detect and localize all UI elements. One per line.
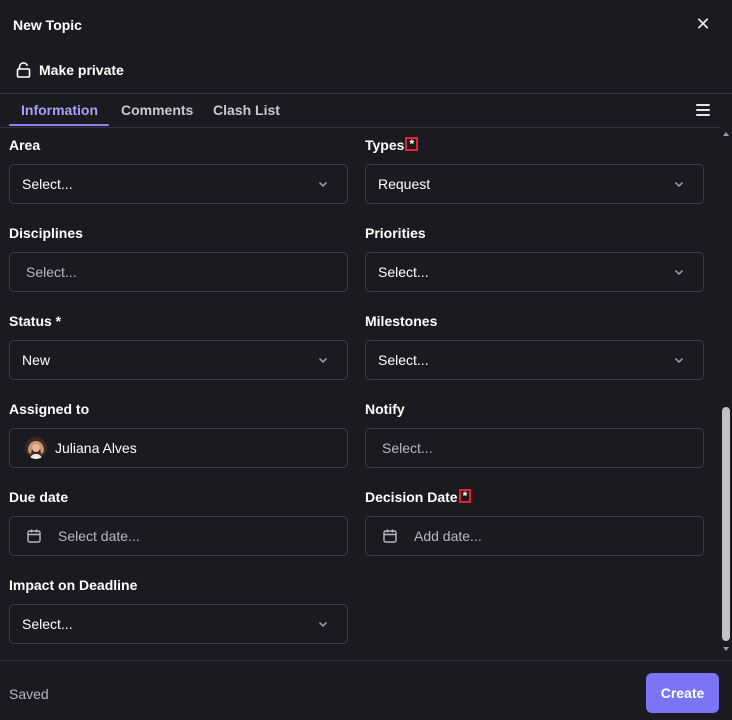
types-select[interactable]: Request xyxy=(365,164,704,204)
milestones-select[interactable]: Select... xyxy=(365,340,704,380)
notify-label: Notify xyxy=(365,401,405,417)
divider xyxy=(0,660,732,661)
calendar-icon xyxy=(383,529,397,543)
hamburger-menu-icon[interactable] xyxy=(696,104,710,116)
disciplines-select[interactable]: Select... xyxy=(9,252,348,292)
calendar-icon xyxy=(27,529,41,543)
divider xyxy=(0,127,720,128)
assigned-to-value: Juliana Alves xyxy=(55,440,137,456)
area-label: Area xyxy=(9,137,41,153)
panel-title: New Topic xyxy=(13,17,82,33)
new-topic-panel: New Topic ✕ Make private Information Com… xyxy=(0,0,732,720)
priorities-label: Priorities xyxy=(365,225,426,241)
divider xyxy=(0,93,732,94)
priorities-select-value: Select... xyxy=(378,264,429,280)
due-date-picker[interactable]: Select date... xyxy=(9,516,348,556)
area-select-value: Select... xyxy=(22,176,73,192)
avatar xyxy=(25,437,47,459)
area-select[interactable]: Select... xyxy=(9,164,348,204)
types-label: Types * xyxy=(365,137,419,153)
notify-placeholder: Select... xyxy=(382,440,433,456)
chevron-down-icon xyxy=(675,182,683,187)
lock-icon xyxy=(16,62,31,78)
tab-comments[interactable]: Comments xyxy=(121,102,193,118)
due-date-placeholder: Select date... xyxy=(58,528,140,544)
required-marker: * xyxy=(458,489,472,503)
make-private-button[interactable]: Make private xyxy=(16,60,124,80)
decision-date-placeholder: Add date... xyxy=(414,528,482,544)
tab-clash-list[interactable]: Clash List xyxy=(213,102,280,118)
make-private-label: Make private xyxy=(39,62,124,78)
decision-date-label: Decision Date * xyxy=(365,489,472,505)
status-select-value: New xyxy=(22,352,51,368)
close-icon[interactable]: ✕ xyxy=(694,15,712,33)
types-select-value: Request xyxy=(378,176,431,192)
create-button[interactable]: Create xyxy=(646,673,719,713)
chevron-down-icon xyxy=(675,270,683,275)
assigned-to-field[interactable]: Juliana Alves xyxy=(9,428,348,468)
milestones-label: Milestones xyxy=(365,313,438,329)
impact-on-deadline-select[interactable]: Select... xyxy=(9,604,348,644)
assigned-to-label: Assigned to xyxy=(9,401,90,417)
chevron-down-icon xyxy=(319,182,327,187)
status-label: Status * xyxy=(9,313,62,329)
due-date-label: Due date xyxy=(9,489,69,505)
chevron-down-icon xyxy=(319,622,327,627)
scroll-down-arrow-icon[interactable] xyxy=(722,645,730,653)
chevron-down-icon xyxy=(319,358,327,363)
tab-information[interactable]: Information xyxy=(21,102,98,118)
disciplines-placeholder: Select... xyxy=(26,264,77,280)
disciplines-label: Disciplines xyxy=(9,225,83,241)
notify-select[interactable]: Select... xyxy=(365,428,704,468)
decision-date-picker[interactable]: Add date... xyxy=(365,516,704,556)
priorities-select[interactable]: Select... xyxy=(365,252,704,292)
active-tab-indicator xyxy=(9,124,109,126)
status-select[interactable]: New xyxy=(9,340,348,380)
chevron-down-icon xyxy=(675,358,683,363)
scroll-up-arrow-icon[interactable] xyxy=(722,130,730,138)
impact-on-deadline-value: Select... xyxy=(22,616,73,632)
save-status: Saved xyxy=(9,686,49,702)
required-marker: * xyxy=(405,137,419,151)
milestones-select-value: Select... xyxy=(378,352,429,368)
impact-on-deadline-label: Impact on Deadline xyxy=(9,577,138,593)
scrollbar-thumb[interactable] xyxy=(722,407,730,641)
